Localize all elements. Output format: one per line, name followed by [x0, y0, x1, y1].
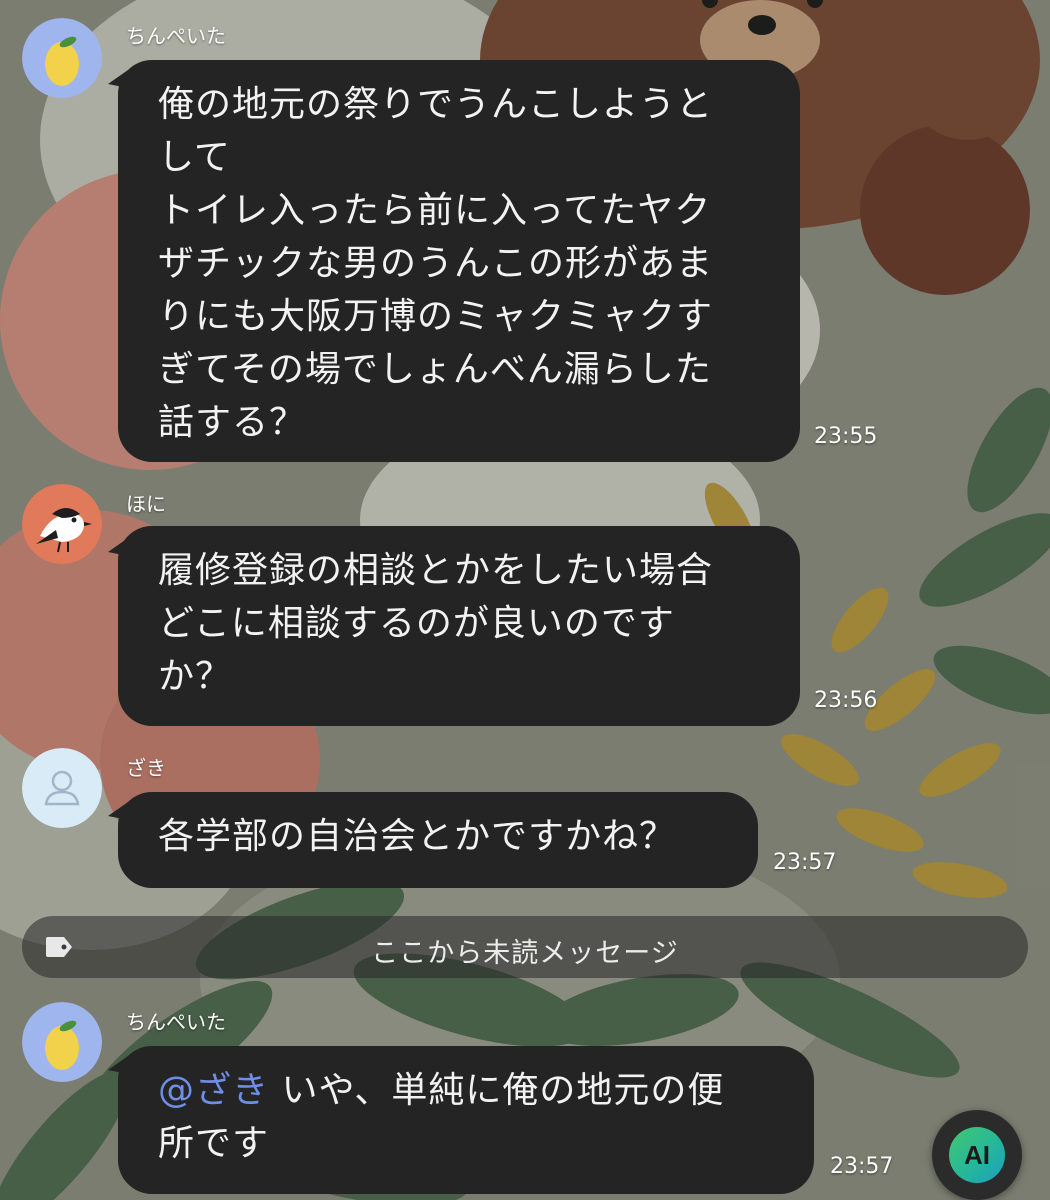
ai-assistant-button[interactable]: AI: [932, 1110, 1022, 1200]
message-bubble[interactable]: 俺の地元の祭りでうんこしようと して トイレ入ったら前に入ってたヤク ザチックな…: [118, 60, 800, 462]
message-text-line: りにも大阪万博のミャクミャクす: [158, 296, 714, 337]
bird-avatar-icon[interactable]: [22, 484, 102, 564]
mention-link[interactable]: @ざき: [158, 1070, 269, 1111]
message-timestamp: 23:57: [830, 1154, 894, 1179]
ai-icon: AI: [949, 1127, 1005, 1183]
message-timestamp: 23:55: [814, 424, 878, 449]
lemon-avatar-icon[interactable]: [22, 18, 102, 98]
sender-name: ちんぺいた: [126, 1010, 226, 1034]
ai-button-label: AI: [964, 1140, 990, 1170]
sender-name: ほに: [126, 492, 166, 516]
message-timestamp: 23:57: [773, 850, 837, 875]
message-bubble[interactable]: 各学部の自治会とかですかね？: [118, 792, 758, 888]
message-text-line: トイレ入ったら前に入ってたヤク: [158, 190, 712, 231]
message-bubble[interactable]: 履修登録の相談とかをしたい場合 どこに相談するのが良いのです か？: [118, 526, 800, 726]
unread-divider-label: ここから未読メッセージ: [371, 938, 679, 969]
message-text-line: 俺の地元の祭りでうんこしようと: [158, 84, 714, 125]
message-text-line: して: [158, 137, 231, 178]
message-text-line: 各学部の自治会とかですかね？: [158, 816, 677, 857]
sender-name: ちんぺいた: [126, 24, 226, 48]
message-text-line: どこに相談するのが良いのです: [158, 603, 675, 644]
message-text-line: ぎてその場でしょんべん漏らした: [158, 349, 712, 390]
message-text-line: 履修登録の相談とかをしたい場合: [158, 550, 714, 591]
message-timestamp: 23:56: [814, 688, 878, 713]
message-text-line: 話する？: [158, 402, 307, 443]
default-user-avatar-icon[interactable]: [22, 748, 102, 828]
sender-name: ざき: [126, 756, 166, 780]
message-text: いや、単純に俺の地元の便: [281, 1070, 725, 1111]
message-text-line: 所です: [158, 1123, 270, 1164]
unread-messages-divider: ここから未読メッセージ: [22, 916, 1028, 978]
message-text-line: ザチックな男のうんこの形があま: [158, 243, 714, 284]
lemon-avatar-icon[interactable]: [22, 1002, 102, 1082]
message-bubble[interactable]: @ざき いや、単純に俺の地元の便 所です: [118, 1046, 814, 1194]
message-text-line: か？: [158, 656, 233, 697]
message-text-line: @ざき いや、単純に俺の地元の便: [158, 1064, 788, 1117]
